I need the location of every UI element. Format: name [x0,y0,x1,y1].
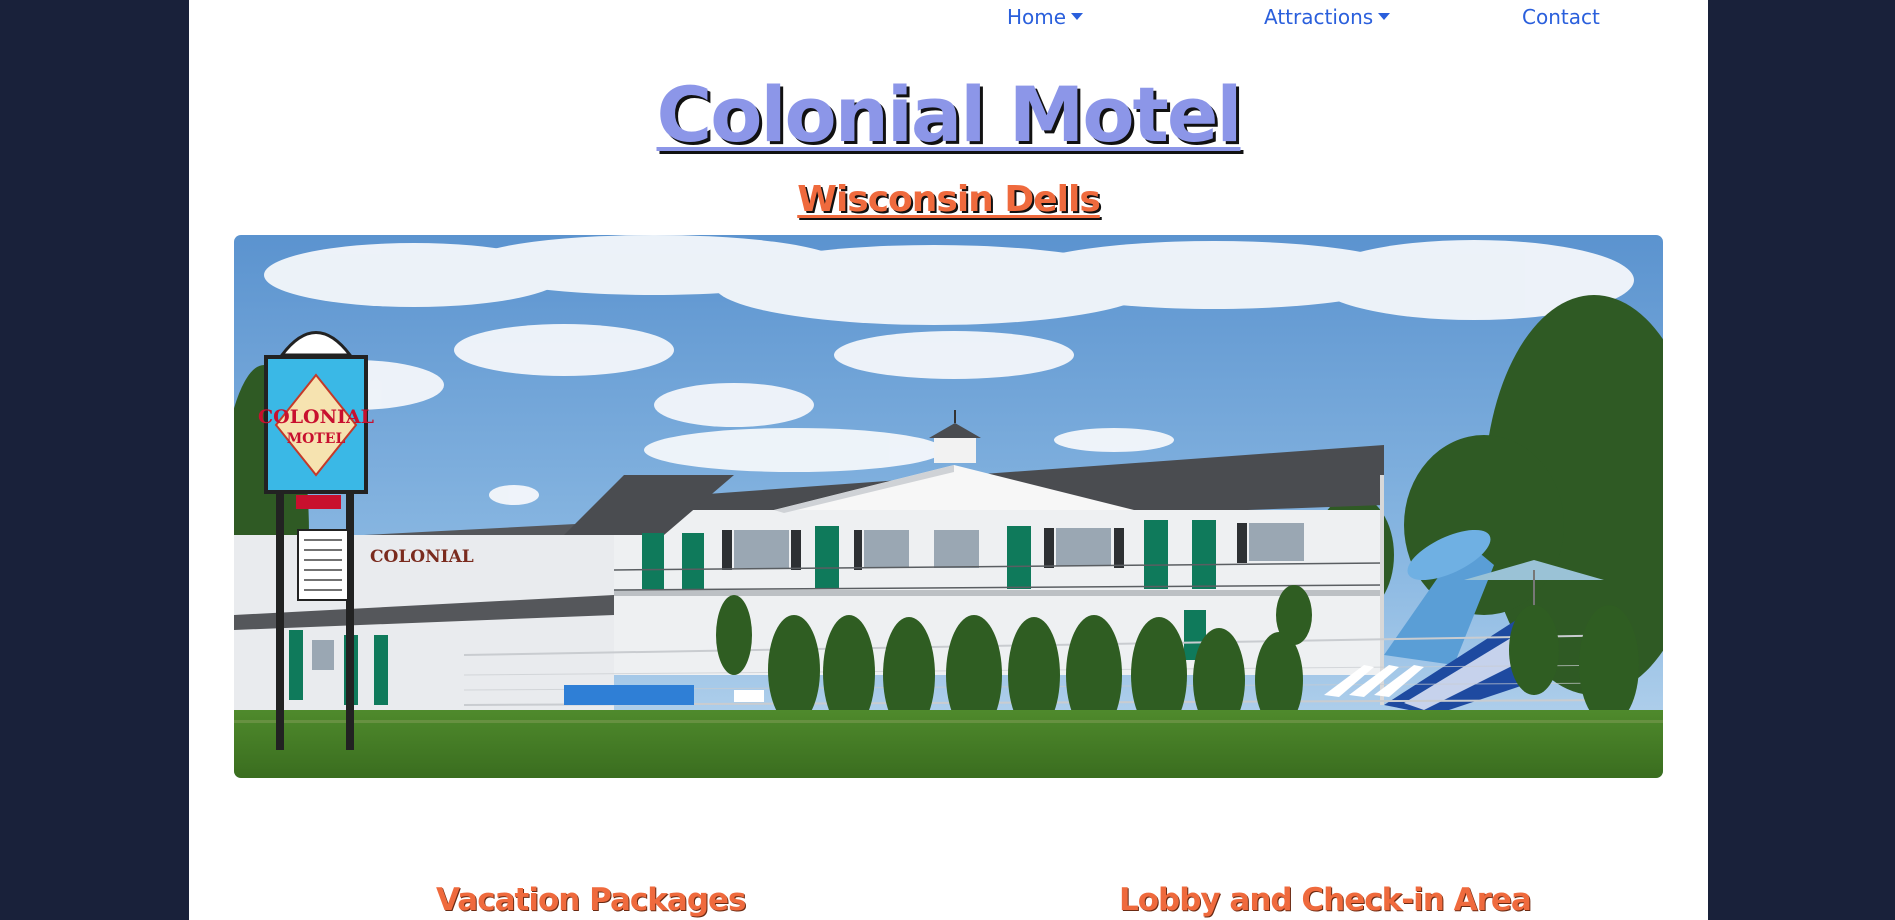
top-navbar: Home Attractions Contact [189,0,1708,36]
caret-down-icon [1071,13,1084,20]
nav-attractions-label: Attractions [1264,5,1374,29]
nav-contact-link[interactable]: Contact [1522,5,1600,29]
nav-home-dropdown[interactable]: Home [1007,5,1084,29]
pole-sign-line1: COLONIAL [258,406,374,428]
pole-sign-line2: MOTEL [287,431,346,447]
site-title-link[interactable]: Colonial Motel [657,70,1243,159]
page-content: Home Attractions Contact Colonial Motel … [189,0,1708,920]
nav-attractions-dropdown[interactable]: Attractions [1264,5,1391,29]
nav-home-label: Home [1007,5,1067,29]
caret-down-icon [1378,13,1391,20]
vacation-packages-heading: Vacation Packages [436,882,746,918]
nav-contact-label: Contact [1522,5,1600,29]
site-title: Colonial Motel [189,70,1708,160]
building-sign-text: COLONIAL [370,547,474,567]
hero-image: COLONIAL COLONIAL MOTEL [234,235,1663,778]
lobby-checkin-heading: Lobby and Check-in Area [1119,882,1532,918]
site-subtitle: Wisconsin Dells [189,177,1708,223]
site-subtitle-link[interactable]: Wisconsin Dells [797,179,1101,220]
